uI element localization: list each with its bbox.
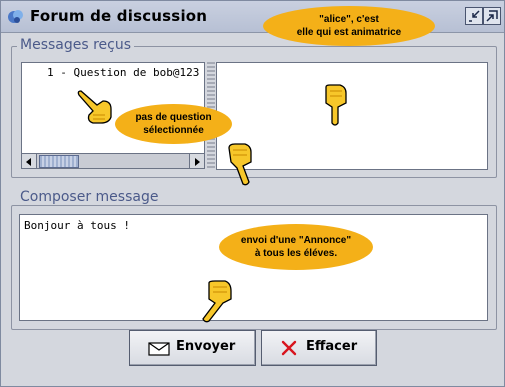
pointing-hand-icon (325, 84, 347, 126)
annotation-line: sélectionnée (143, 125, 204, 136)
forum-window: Forum de discussion Messages reçus 1 - Q… (0, 0, 505, 387)
annotation-announcement: envoi d'une "Annonce" à tous les éléves. (219, 224, 373, 270)
maximize-icon (486, 10, 498, 22)
arrow-left-icon (26, 158, 31, 166)
compose-title: Composer message (17, 189, 162, 205)
scroll-left-button[interactable] (22, 154, 37, 168)
clear-button[interactable]: Effacer (261, 330, 377, 366)
maximize-button[interactable] (483, 7, 501, 25)
arrow-right-icon (195, 158, 200, 166)
pointing-hand-icon (77, 90, 112, 124)
send-button[interactable]: Envoyer (129, 330, 256, 366)
compose-text: Bonjour à tous ! (24, 219, 130, 232)
scroll-right-button[interactable] (189, 154, 204, 168)
annotation-animator: "alice", c'est elle qui est animatrice (263, 6, 435, 46)
x-icon (281, 340, 297, 356)
annotation-no-question: pas de question sélectionnée (115, 104, 232, 144)
horizontal-scrollbar[interactable] (21, 153, 205, 169)
window-title: Forum de discussion (30, 7, 208, 25)
pointing-hand-icon (202, 280, 232, 323)
scroll-thumb[interactable] (39, 155, 79, 168)
list-item[interactable]: 1 - Question de bob@123 (47, 66, 199, 79)
send-button-label: Envoyer (176, 339, 236, 354)
annotation-line: à tous les éléves. (254, 248, 338, 259)
annotation-line: envoi d'une "Annonce" (240, 235, 352, 246)
envelope-icon (148, 342, 170, 356)
minimize-icon (469, 10, 480, 22)
annotation-line: elle qui est animatrice (296, 27, 402, 38)
pointing-hand-icon (228, 143, 252, 186)
annotation-line: "alice", c'est (319, 14, 379, 25)
minimize-button[interactable] (465, 7, 483, 25)
clear-button-label: Effacer (306, 339, 358, 354)
annotation-line: pas de question (135, 112, 212, 123)
received-messages-title: Messages reçus (17, 37, 135, 53)
app-icon (8, 10, 23, 23)
